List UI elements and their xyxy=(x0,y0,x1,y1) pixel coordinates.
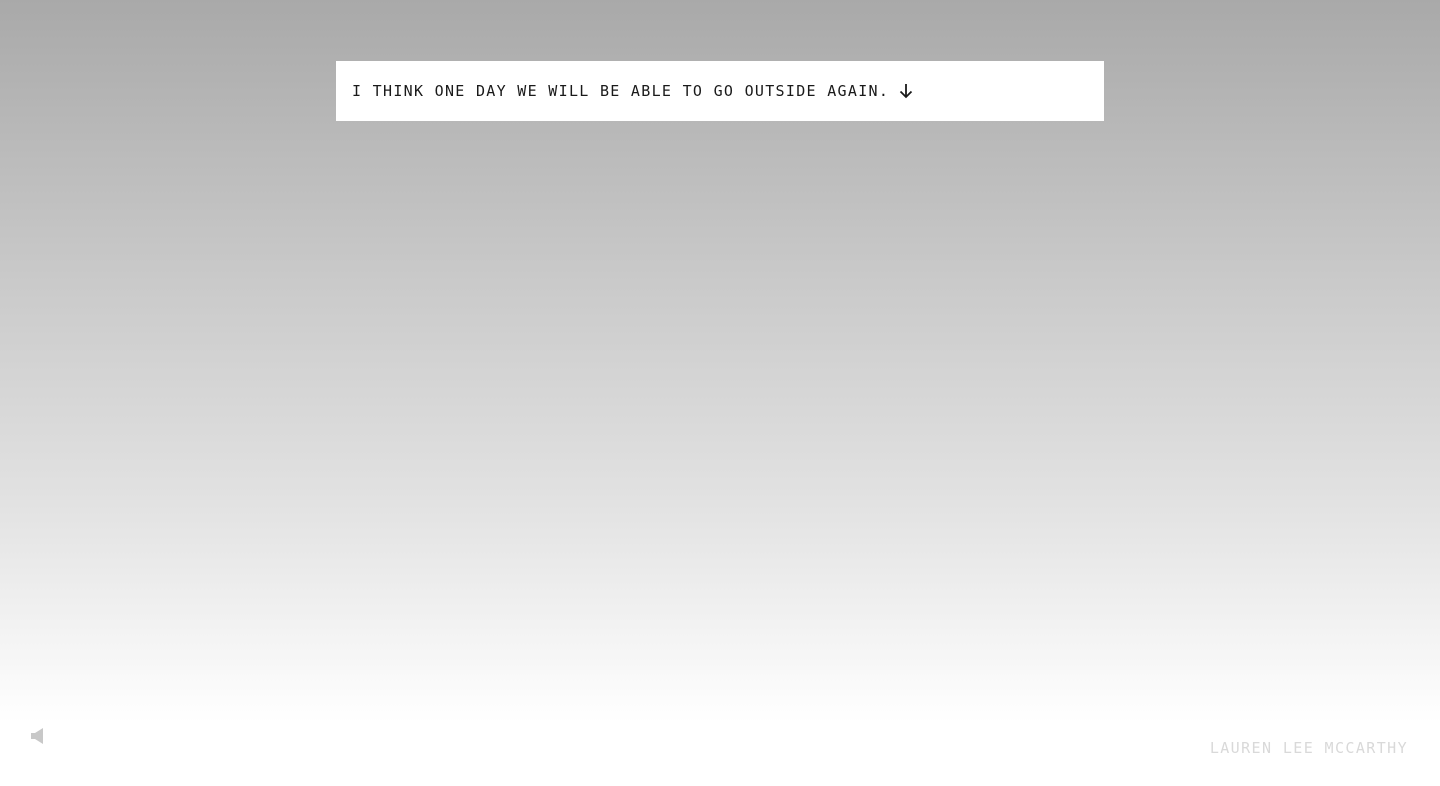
prompt-text: I THINK ONE DAY WE WILL BE ABLE TO GO OU… xyxy=(352,82,890,100)
speaker-icon[interactable] xyxy=(30,727,46,745)
arrow-down-icon[interactable] xyxy=(899,83,913,99)
credit-link[interactable]: LAUREN LEE MCCARTHY xyxy=(1210,739,1408,757)
prompt-box: I THINK ONE DAY WE WILL BE ABLE TO GO OU… xyxy=(336,61,1104,121)
